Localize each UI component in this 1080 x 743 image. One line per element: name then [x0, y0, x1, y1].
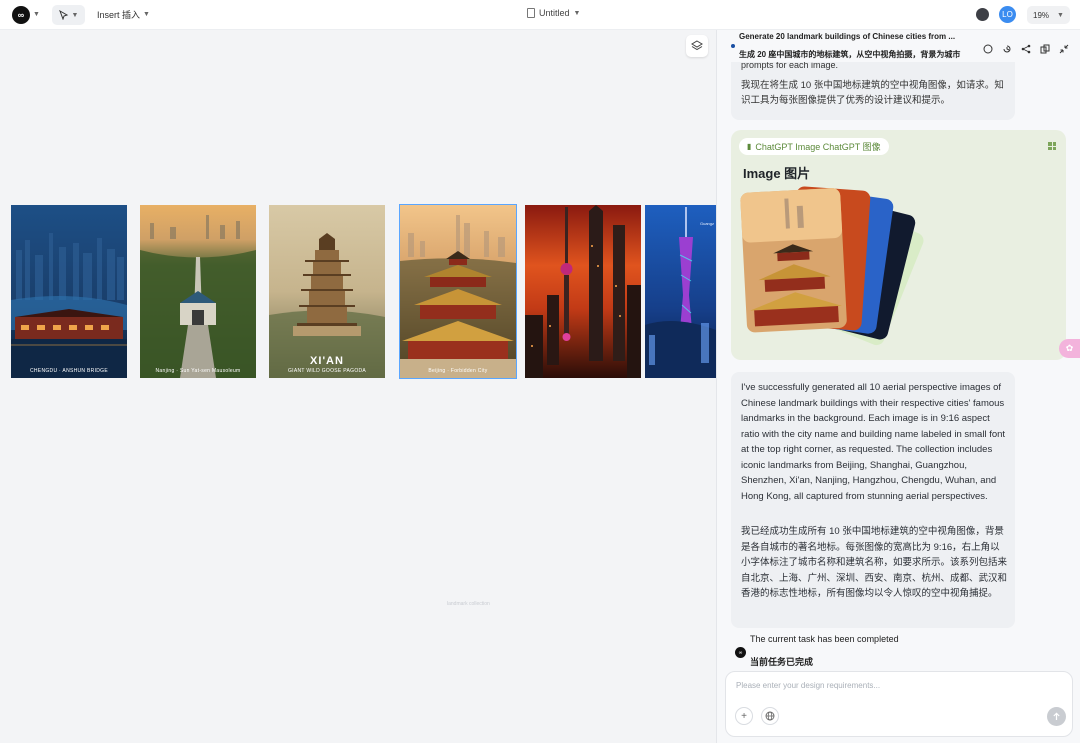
canvas-faint-label: landmark collection [447, 601, 490, 607]
beijing-forbidden-city-image [400, 205, 516, 378]
logo-icon[interactable]: ∞ [12, 6, 30, 24]
chevron-down-icon: ▼ [143, 11, 150, 18]
globe-icon [765, 711, 775, 721]
frame-caption: CHENGDU · ANSHUN BRIDGE [29, 368, 109, 374]
generated-image-card[interactable]: ▮ ChatGPT Image ChatGPT 图像 Image 图片 [731, 130, 1066, 360]
copy-icon[interactable] [1038, 42, 1051, 55]
message-composer: + [725, 671, 1073, 737]
chevron-down-icon[interactable]: ▼ [33, 11, 40, 18]
document-title[interactable]: Untitled ▼ [527, 8, 580, 18]
task-complete-text-cn: 当前任务已完成 [750, 657, 814, 667]
header-actions [981, 42, 1070, 55]
send-button[interactable] [1047, 707, 1066, 726]
layers-icon [691, 40, 703, 51]
frame-caption: Nanjing · Sun Yat-sen Mausoleum [155, 368, 241, 374]
insert-menu-button[interactable]: Insert 插入 ▼ [97, 8, 150, 21]
message-text-cn: 我已经成功生成所有 10 张中国地标建筑的空中视角图像，背景是各自城市的著名地标… [741, 526, 1008, 599]
zoom-level: 19% [1033, 10, 1050, 20]
floating-assistant-icon[interactable]: ✿ [1059, 339, 1080, 358]
image-frame-beijing[interactable]: Beijing · Forbidden City [399, 204, 517, 379]
design-requirements-input[interactable] [736, 681, 1056, 690]
task-header: Generate 20 landmark buildings of Chines… [717, 30, 1080, 62]
discord-icon[interactable] [976, 8, 989, 21]
insert-label: Insert 插入 [97, 10, 141, 20]
design-canvas[interactable]: CHENGDU · ANSHUN BRIDGE Nanjing · Sun Ya… [0, 30, 716, 743]
message-text-en: I've successfully generated all 10 aeria… [741, 382, 1006, 502]
image-frame-xian[interactable]: XI'AN GIANT WILD GOOSE PAGODA [269, 205, 385, 378]
chevron-down-icon: ▼ [1057, 11, 1064, 19]
web-search-button[interactable] [761, 707, 779, 725]
chevron-down-icon: ▼ [71, 11, 79, 19]
frame-caption: Beijing · Forbidden City [428, 368, 488, 374]
document-icon [527, 8, 535, 18]
frame-caption: GIANT WILD GOOSE PAGODA [287, 368, 367, 374]
zoom-select[interactable]: 19% ▼ [1027, 6, 1070, 24]
image-frame-nanjing[interactable]: Nanjing · Sun Yat-sen Mausoleum [140, 205, 256, 378]
arrow-up-icon [1053, 712, 1060, 720]
document-title-text: Untitled [539, 8, 570, 18]
assistant-avatar-icon: ∞ [735, 647, 746, 658]
nanjing-mausoleum-image [140, 205, 256, 378]
select-tool-button[interactable]: ▼ [52, 5, 85, 25]
message-text-cn: 我现在将生成 10 张中国地标建筑的空中视角图像，如请求。知识工具为每张图像提供… [741, 80, 1004, 106]
chat-panel: prompts for each image. 我现在将生成 10 张中国地标建… [716, 30, 1080, 743]
task-status-dot [731, 44, 735, 48]
guangzhou-tower-image [645, 205, 716, 378]
image-frame-shanghai[interactable] [525, 205, 641, 378]
chat-icon[interactable] [981, 42, 994, 55]
assistant-message: I've successfully generated all 10 aeria… [731, 372, 1015, 628]
layers-button[interactable] [686, 35, 708, 57]
avatar[interactable]: LO [999, 6, 1016, 23]
image-frame-chengdu[interactable]: CHENGDU · ANSHUN BRIDGE [11, 205, 127, 378]
frame-title: XI'AN [310, 355, 344, 367]
top-bar: ∞ ▼ ▼ Insert 插入 ▼ Untitled ▼ LO 19% ▼ [0, 0, 1080, 30]
add-attachment-button[interactable]: + [735, 707, 753, 725]
task-title: Generate 20 landmark buildings of Chines… [739, 32, 956, 41]
task-title-cn: 生成 20 座中国城市的地标建筑，从空中视角拍摄，背景为城市 [739, 50, 961, 59]
frame-caption: Guangz [699, 221, 714, 226]
xian-pagoda-image [269, 205, 385, 378]
collapse-icon[interactable] [1057, 42, 1070, 55]
chengdu-bridge-image [11, 205, 127, 378]
history-icon[interactable] [1000, 42, 1013, 55]
plus-icon: + [741, 710, 747, 722]
task-complete-text: The current task has been completed [750, 634, 899, 644]
cursor-icon [58, 10, 68, 20]
chevron-down-icon: ▼ [573, 9, 581, 17]
image-stack-preview [740, 186, 924, 346]
share-icon[interactable] [1019, 42, 1032, 55]
image-frame-guangzhou[interactable]: Guangz [645, 205, 716, 378]
shanghai-skyline-image [525, 205, 641, 378]
